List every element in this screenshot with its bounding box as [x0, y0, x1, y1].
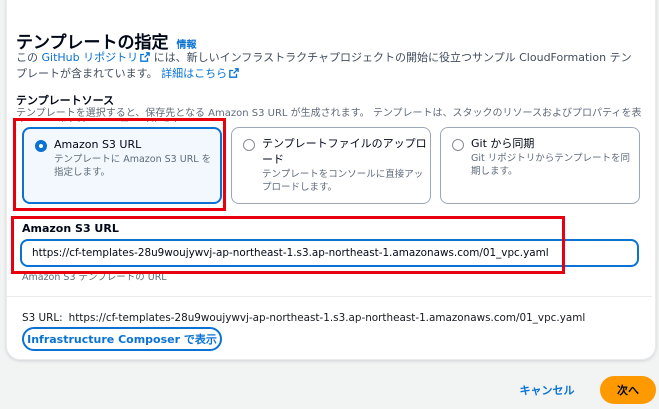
- github-link-label: GitHub リポジトリ: [41, 51, 139, 64]
- info-link[interactable]: 情報: [177, 36, 197, 51]
- next-button[interactable]: 次へ: [600, 376, 656, 404]
- cancel-button[interactable]: キャンセル: [504, 378, 590, 402]
- github-link[interactable]: GitHub リポジトリ: [42, 51, 151, 64]
- template-source-label: テンプレートソース: [16, 94, 115, 107]
- infrastructure-composer-button[interactable]: Infrastructure Composer で表示: [22, 327, 222, 351]
- option-description: テンプレートをコンソールに直接アップロードします。: [262, 169, 424, 193]
- option-title: Git から同期: [471, 137, 535, 150]
- highlight-box-option: [13, 118, 226, 211]
- s3-url-key: S3 URL:: [22, 312, 63, 324]
- highlight-box-url: [11, 216, 565, 274]
- template-description: この GitHub リポジトリ には、新しいインフラストラクチャプロジェクトの開…: [16, 50, 638, 82]
- details-link-label: 詳細はこちら: [161, 67, 228, 80]
- details-link[interactable]: 詳細はこちら: [161, 67, 239, 80]
- external-link-icon: [229, 68, 239, 78]
- option-card-upload[interactable]: テンプレートファイルのアップロード テンプレートをコンソールに直接アップロードし…: [231, 127, 431, 204]
- s3-url-value: https://cf-templates-28u9woujywvj-ap-nor…: [68, 312, 586, 324]
- radio-upload[interactable]: [243, 139, 255, 151]
- description-text-1: この: [16, 51, 42, 64]
- option-description: Git リポジトリからテンプレートを同期します。: [471, 153, 630, 177]
- s3-url-display: S3 URL: https://cf-templates-28u9woujywvj…: [22, 312, 585, 324]
- divider: [6, 296, 652, 297]
- option-card-git-sync[interactable]: Git から同期 Git リポジトリからテンプレートを同期します。: [440, 127, 640, 204]
- external-link-icon: [140, 52, 150, 62]
- option-title: テンプレートファイルのアップロード: [262, 137, 427, 166]
- radio-git-sync[interactable]: [452, 139, 464, 151]
